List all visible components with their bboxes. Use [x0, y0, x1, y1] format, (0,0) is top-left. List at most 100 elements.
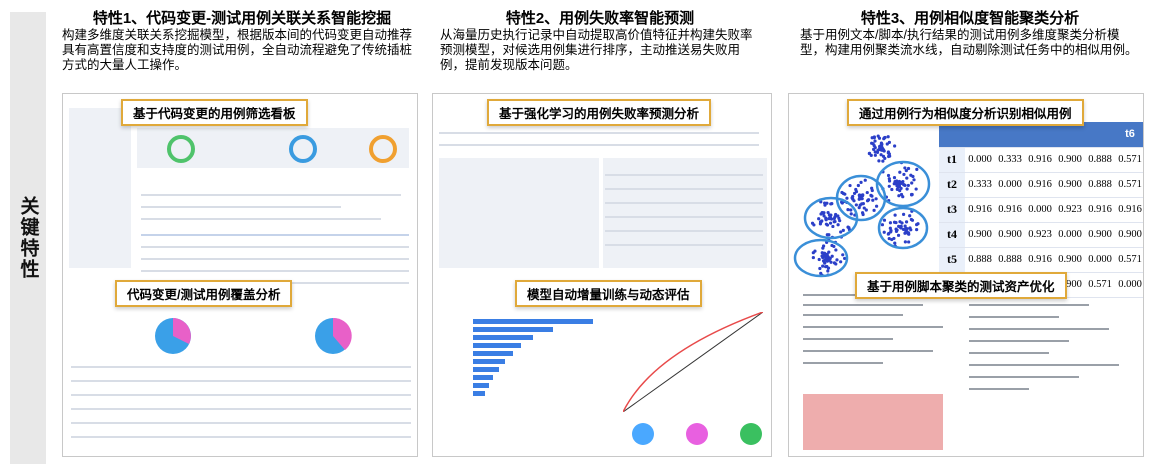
scatter-point	[914, 187, 918, 191]
similarity-cell: 0.923	[1025, 222, 1055, 248]
scatter-point	[824, 253, 828, 257]
scatter-point	[882, 230, 886, 234]
scatter-point	[820, 254, 824, 258]
similarity-cell: 0.900	[1055, 247, 1085, 273]
similarity-row: t3 0.916 0.916 0.000 0.923 0.916 0.916	[939, 197, 1143, 223]
similarity-cell: 0.000	[995, 172, 1025, 198]
scatter-point	[902, 172, 906, 177]
scatter-point	[832, 220, 836, 224]
scatter-point	[887, 179, 892, 183]
scatter-point	[906, 231, 911, 235]
scatter-point	[824, 257, 828, 262]
scatter-point	[841, 228, 845, 232]
similarity-row: t5 0.888 0.888 0.916 0.900 0.000 0.571	[939, 247, 1143, 273]
panel-1-top-label: 基于代码变更的用例筛选看板	[121, 99, 308, 126]
panel-similarity-clustering: t6 t1 0.000 0.333 0.916 0.900 0.888 0.571 t2 0.3…	[788, 93, 1144, 457]
scatter-point	[832, 244, 836, 249]
scatter-point	[898, 170, 902, 174]
scatter-point	[904, 220, 909, 224]
scatter-point	[912, 178, 916, 182]
scatter-point	[896, 233, 901, 237]
similarity-cell: 0.888	[1085, 147, 1115, 173]
similarity-cell: 0.000	[965, 147, 995, 173]
scatter-point	[828, 221, 833, 225]
similarity-cell: 0.900	[1115, 222, 1143, 248]
scatter-point	[826, 269, 830, 273]
scatter-point	[863, 178, 867, 182]
similarity-cell: 0.900	[1055, 147, 1085, 173]
scatter-point	[899, 186, 903, 190]
scatter-point	[882, 218, 887, 222]
scatter-point	[849, 208, 853, 212]
scatter-point	[811, 251, 815, 255]
scatter-point	[824, 217, 828, 221]
scatter-point	[828, 216, 833, 220]
scatter-point	[822, 214, 826, 218]
feature-1-title: 特性1、代码变更-测试用例关联关系智能挖掘	[92, 10, 392, 27]
scatter-point	[830, 254, 834, 258]
scatter-point	[915, 167, 919, 171]
scatter-point	[875, 150, 880, 155]
similarity-cell: 0.900	[995, 222, 1025, 248]
scatter-point	[850, 196, 854, 200]
scatter-point	[834, 248, 838, 252]
panel-1-bottom-label: 代码变更/测试用例覆盖分析	[115, 280, 293, 307]
scatter-point	[873, 153, 877, 157]
panel-2-top-label: 基于强化学习的用例失败率预测分析	[487, 99, 712, 126]
scatter-point	[865, 190, 869, 195]
metric-circles	[632, 423, 762, 445]
scatter-point	[874, 197, 878, 201]
similarity-cell: 0.888	[965, 247, 995, 273]
scatter-point	[870, 136, 874, 140]
similarity-cell: 0.916	[1025, 172, 1055, 198]
scatter-point	[839, 260, 843, 264]
scatter-point	[902, 183, 906, 187]
scatter-point	[864, 208, 868, 212]
scatter-point	[897, 179, 902, 184]
similarity-cell: 0.916	[965, 197, 995, 223]
scatter-point	[854, 203, 858, 207]
scatter-point	[810, 221, 815, 225]
scatter-point	[887, 152, 891, 156]
scatter-point	[894, 229, 899, 234]
scatter-point	[892, 236, 896, 241]
similarity-cell: 0.000	[1085, 247, 1115, 273]
scatter-point	[848, 183, 852, 188]
scatter-point	[866, 198, 871, 202]
similarity-cell: 0.888	[995, 247, 1025, 273]
scatter-point	[827, 233, 831, 237]
scatter-point	[852, 199, 856, 203]
scatter-point	[881, 159, 885, 163]
scatter-point	[877, 136, 882, 140]
scatter-point	[829, 202, 833, 206]
similarity-cell: 0.916	[1025, 247, 1055, 273]
feature-3: 特性3、用例相似度智能聚类分析 基于用例文本/脚本/执行结果的测试用例多维度聚类…	[800, 10, 1140, 58]
scatter-point	[892, 182, 896, 186]
scatter-point	[834, 212, 838, 217]
feature-2-desc: 从海量历史执行记录中自动提取高价值特征并构建失败率预测模型，对候选用例集进行排序…	[440, 28, 753, 72]
scatter-point	[877, 159, 881, 163]
scatter-point	[821, 246, 825, 250]
scatter-point	[893, 241, 897, 245]
scatter-point	[861, 193, 865, 197]
scatter-point	[825, 201, 829, 205]
similarity-cell: 0.900	[1055, 172, 1085, 198]
scatter-point	[826, 210, 830, 215]
similarity-row: t4 0.900 0.900 0.923 0.000 0.900 0.900	[939, 222, 1143, 248]
scatter-point	[909, 228, 913, 232]
side-label: 关键特性	[17, 196, 39, 280]
scatter-point	[825, 223, 830, 227]
scatter-point	[886, 135, 890, 139]
scatter-point	[911, 174, 915, 179]
scatter-point	[899, 192, 904, 197]
similarity-cell: 0.000	[1025, 197, 1055, 223]
scatter-point	[852, 191, 857, 195]
scatter-point	[887, 236, 891, 241]
scatter-point	[849, 212, 853, 216]
scatter-point	[856, 183, 860, 188]
scatter-point	[817, 257, 821, 262]
scatter-point	[859, 196, 863, 200]
scatter-point	[893, 144, 897, 148]
scatter-point	[906, 183, 910, 188]
scatter-point	[880, 148, 884, 152]
